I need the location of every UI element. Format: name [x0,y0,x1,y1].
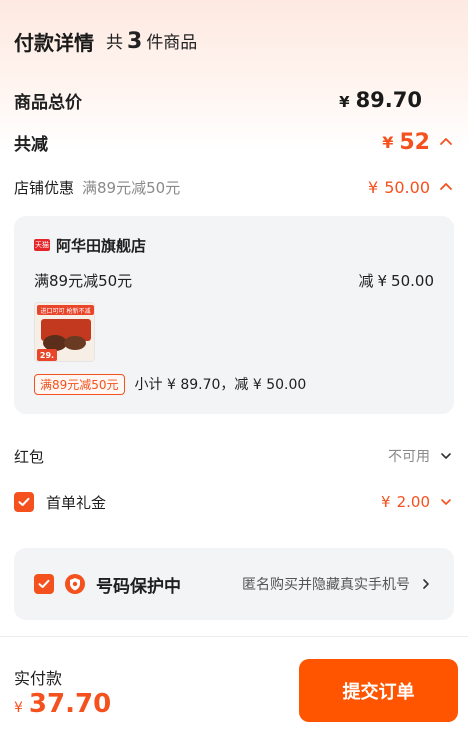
shield-phone-icon [65,574,85,594]
number-protection-title: 号码保护中 [96,576,181,597]
chevron-right-icon[interactable] [418,576,434,592]
red-packet-label: 红包 [14,447,45,466]
store-promo-text: 满89元减50元 [34,271,133,290]
first-gift-value: 2.00 [396,493,430,511]
item-count-suffix: 件商品 [146,33,198,53]
page-title: 付款详情 [14,30,94,55]
total-reduce-label: 共减 [14,134,48,155]
submit-order-button[interactable]: 提交订单 [299,659,458,722]
store-subtotal-line: 满89元减50元 小计 ¥ 89.70，减 ¥ 50.00 [34,372,434,396]
total-price-value: 89.70 [355,88,422,112]
number-protection-desc-wrap: 匿名购买并隐藏真实手机号 [242,574,434,594]
red-packet-row[interactable]: 红包 不可用 [0,434,468,478]
total-price-row: 商品总价 ¥89.70 [0,82,468,118]
store-promo-value: 50.00 [391,271,434,290]
item-count: 共 3 件商品 [106,28,197,54]
item-count-prefix: 共 [106,33,123,53]
chevron-down-icon[interactable] [438,494,454,510]
total-reduce-amount: ¥ 52 [382,130,454,155]
first-gift-currency: ¥ [381,493,391,511]
promo-tag: 满89元减50元 [34,373,125,395]
first-gift-amount: ¥ 2.00 [381,493,454,511]
shop-discount-left: 店铺优惠 满89元减50元 [14,177,180,198]
shop-discount-amount: ¥ 50.00 [368,178,454,197]
shop-discount-value: 50.00 [384,177,430,197]
store-promo-amount: 减 ¥50.00 [358,270,434,291]
total-price-currency: ¥ [339,93,350,111]
chevron-down-icon[interactable] [438,448,454,464]
store-subtotal: 小计 ¥ 89.70，减 ¥ 50.00 [134,377,307,393]
shop-discount-row[interactable]: 店铺优惠 满89元减50元 ¥ 50.00 [0,166,468,208]
actual-pay-currency: ¥ [14,700,23,716]
total-reduce-value: 52 [399,129,430,155]
first-gift-label: 首单礼金 [46,493,107,512]
chevron-up-icon[interactable] [438,179,454,195]
actual-pay-value: 37.70 [28,689,112,719]
checkout-footer: 实付款 ¥ 37.70 提交订单 [0,636,468,738]
number-protection-checkbox[interactable] [34,574,54,594]
shop-discount-desc: 满89元减50元 [82,178,181,197]
store-promo-prefix: 减 [358,271,374,290]
shop-discount-label: 店铺优惠 [14,178,75,197]
tmall-badge: 天猫 [34,239,50,251]
product-image-art: 进口可可 枪新不减 29. [35,303,94,361]
actual-pay-amount: ¥ 37.70 [14,689,111,719]
checkmark-icon [38,579,50,588]
store-promo-currency: ¥ [377,271,388,290]
red-packet-status: 不可用 [388,449,430,465]
total-price-amount: ¥89.70 [339,88,422,112]
store-name[interactable]: 阿华田旗舰店 [56,235,146,256]
product-thumbnail[interactable]: 进口可可 枪新不减 29. [34,302,95,362]
shop-discount-currency: ¥ [368,177,379,197]
number-protection-desc: 匿名购买并隐藏真实手机号 [242,577,410,593]
total-price-label: 商品总价 [14,92,82,113]
number-protection-card[interactable]: 号码保护中 匿名购买并隐藏真实手机号 [14,548,454,620]
store-promo-line: 满89元减50元 减 ¥50.00 [34,268,434,292]
chevron-up-icon[interactable] [438,134,454,150]
first-gift-checkbox[interactable] [14,492,34,512]
first-gift-left: 首单礼金 [14,492,106,513]
store-header: 天猫 阿华田旗舰店 [34,232,434,258]
item-count-number: 3 [127,29,143,54]
payment-header: 付款详情 共 3 件商品 [0,0,468,82]
product-image-price-text: 29. [40,351,54,360]
total-reduce-currency: ¥ [382,132,394,152]
red-packet-status-wrap: 不可用 [388,446,454,466]
store-discount-card: 天猫 阿华田旗舰店 满89元减50元 减 ¥50.00 进口可可 枪新不减 29.… [14,216,454,414]
product-image-top-text: 进口可可 枪新不减 [41,307,91,315]
actual-pay-label: 实付款 [14,669,63,688]
first-gift-row[interactable]: 首单礼金 ¥ 2.00 [0,480,468,524]
checkmark-icon [18,497,30,506]
total-reduce-row[interactable]: 共减 ¥ 52 [0,118,468,166]
